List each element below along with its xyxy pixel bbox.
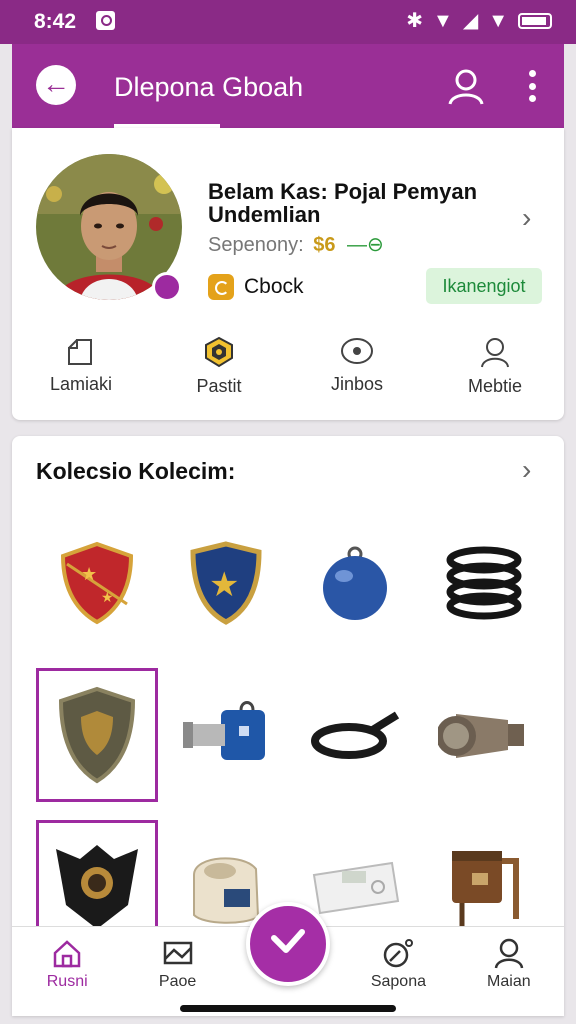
red-shield-icon: ★ ★: [60, 541, 134, 625]
quick-action-label: Jinbos: [330, 374, 384, 394]
person-icon: [494, 938, 524, 969]
status-time: 8:42: [34, 10, 77, 33]
nav-item-rusni[interactable]: Rusni: [12, 927, 122, 1006]
collection-grid: ★ ★ ★: [36, 516, 544, 954]
blue-camera-icon: [183, 701, 265, 760]
bronze-shield-icon: [58, 686, 136, 784]
black-strap-icon: [311, 711, 400, 759]
chevron-right-icon[interactable]: ›: [522, 202, 531, 234]
collection-title: Kolecsio Kolecim:: [36, 458, 236, 484]
status-bar: 8:42 ✱ ▼ ◢ ▼: [0, 0, 576, 44]
blue-star-shield-icon: ★: [190, 541, 262, 625]
quick-action-label: Lamiaki: [49, 374, 113, 394]
nav-label: Sapona: [370, 973, 426, 990]
white-device-icon: [312, 861, 400, 915]
metal-lamp-icon: [438, 714, 524, 758]
quick-action-pastit[interactable]: Pastit: [150, 336, 288, 406]
notification-icon: [96, 11, 115, 30]
signal-icon: ◢: [462, 10, 479, 32]
person-icon: [481, 338, 509, 368]
profile-name: Belam Kas: Pojal Pemyan Undemlian: [208, 179, 478, 227]
collection-item[interactable]: [165, 668, 287, 802]
subtitle-label: Sepenony:: [208, 234, 304, 256]
bluetooth-icon: ✱: [406, 10, 424, 32]
profile-card: Belam Kas: Pojal Pemyan Undemlian Sepeno…: [12, 128, 564, 420]
black-coil-icon: [446, 546, 522, 620]
nav-label: Paoe: [158, 973, 197, 990]
battery-icon: [518, 13, 552, 29]
status-badge[interactable]: Ikanengiot: [426, 268, 542, 304]
more-dot-icon: [528, 70, 536, 77]
coin-label: Cbock: [244, 275, 304, 298]
collection-item[interactable]: [294, 668, 416, 802]
black-shield-icon: [56, 845, 138, 929]
home-icon: [53, 940, 81, 968]
collection-item[interactable]: [294, 516, 416, 650]
chevron-right-icon[interactable]: ›: [522, 454, 531, 486]
fab-button[interactable]: [246, 902, 330, 986]
document-icon: [68, 339, 92, 365]
map-icon: [163, 941, 192, 965]
quick-action-lamiaki[interactable]: Lamiaki: [12, 336, 150, 406]
nav-item-paoe[interactable]: Paoe: [122, 927, 232, 1006]
quick-action-label: Pastit: [196, 376, 242, 396]
svg-text:★: ★: [81, 564, 97, 585]
nav-item-sapona[interactable]: Sapona: [343, 927, 453, 1006]
nav-item-maian[interactable]: Maian: [454, 927, 564, 1006]
nav-label: Maian: [487, 973, 531, 990]
price-value: $6: [313, 234, 336, 256]
more-dot-icon: [528, 82, 536, 90]
home-indicator[interactable]: [180, 1005, 396, 1012]
blue-orb-icon: [323, 546, 387, 620]
page-title: Dlepona Gboah: [114, 72, 304, 102]
svg-text:★: ★: [101, 590, 114, 606]
coin-icon: [208, 274, 234, 300]
wifi-icon: ▼: [433, 10, 453, 32]
app-bar: ← Dlepona Gboah: [12, 44, 564, 128]
arrow-left-icon: ←: [42, 67, 70, 99]
collection-item[interactable]: ★ ★: [36, 516, 158, 650]
check-icon: [271, 929, 305, 953]
profile-button[interactable]: [446, 66, 486, 106]
collection-item-selected[interactable]: [36, 668, 158, 802]
nav-label: Rusni: [46, 973, 88, 990]
collection-item[interactable]: ★: [165, 516, 287, 650]
quick-action-label: Mebtie: [467, 376, 523, 396]
svg-text:★: ★: [209, 565, 239, 605]
more-dot-icon: [528, 95, 536, 102]
more-options-button[interactable]: [522, 66, 542, 106]
price-trend-icon: —⊖: [347, 234, 384, 256]
brown-machine-icon: [452, 851, 519, 931]
online-status-dot: [152, 272, 182, 302]
profile-subtitle: Sepenony: $6 —⊖: [208, 232, 384, 257]
coin-row[interactable]: Cbock: [208, 274, 304, 300]
collection-item[interactable]: [423, 516, 545, 650]
collection-item[interactable]: [423, 668, 545, 802]
back-button[interactable]: ←: [36, 65, 76, 105]
wifi-alt-icon: ▼: [488, 10, 508, 32]
user-icon: [448, 69, 484, 105]
eye-icon: [341, 338, 373, 364]
compass-icon: [384, 939, 414, 968]
quick-action-jinbos[interactable]: Jinbos: [288, 336, 426, 406]
status-icons: ✱ ▼ ◢ ▼: [406, 8, 552, 34]
quick-action-mebtie[interactable]: Mebtie: [426, 336, 564, 406]
shield-badge-icon: [205, 336, 233, 368]
quick-actions: Lamiaki Pastit Jinbos Mebtie: [12, 336, 564, 406]
